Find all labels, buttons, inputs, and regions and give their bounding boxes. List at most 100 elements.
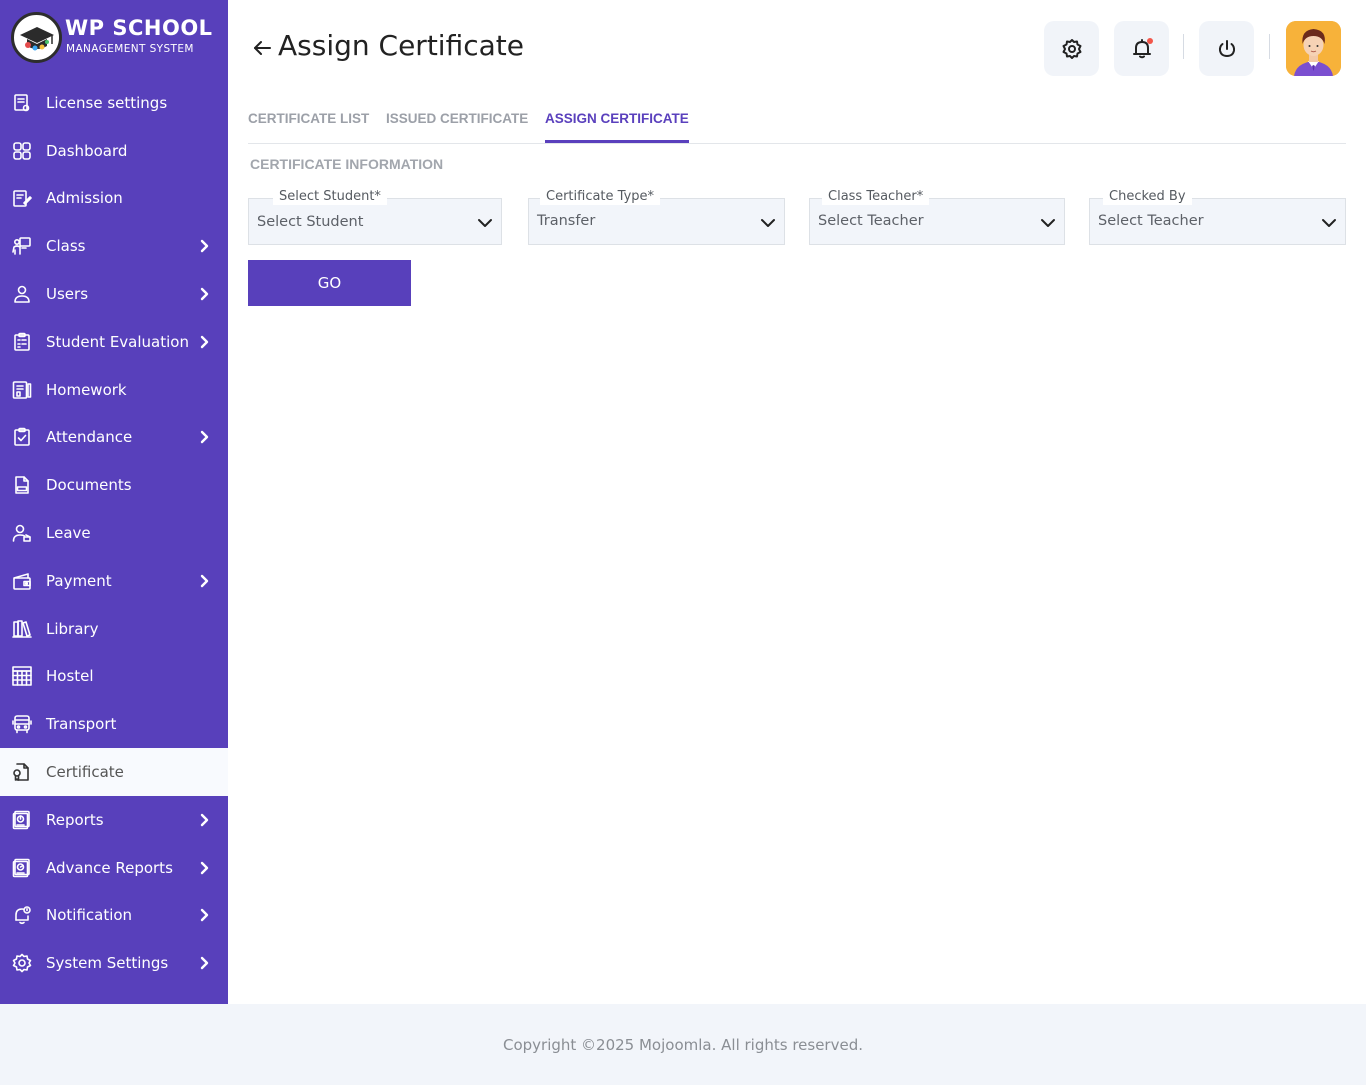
sidebar-item-homework[interactable]: Homework xyxy=(0,366,228,414)
sidebar-item-label: License settings xyxy=(46,93,168,112)
sidebar-item-label: Homework xyxy=(46,380,127,399)
bus-icon xyxy=(12,714,32,734)
field-value: Select Teacher xyxy=(1098,213,1204,229)
chevron-down-icon xyxy=(477,215,493,231)
class-teacher-dropdown[interactable]: Class Teacher* Select Teacher xyxy=(809,189,1065,245)
dashboard-icon xyxy=(12,141,32,161)
select-student-dropdown[interactable]: Select Student* Select Student xyxy=(248,189,502,245)
field-value: Select Teacher xyxy=(818,213,924,229)
sidebar-item-student-evaluation[interactable]: Student Evaluation xyxy=(0,318,228,366)
report-icon xyxy=(12,810,32,830)
field-value: Select Student xyxy=(257,214,364,230)
settings-button[interactable] xyxy=(1044,21,1099,76)
tab-certificate-list[interactable]: CERTIFICATE LIST xyxy=(248,111,369,143)
user-icon xyxy=(12,284,32,304)
sidebar-item-label: Reports xyxy=(46,810,104,829)
sidebar-item-license-settings[interactable]: License settings xyxy=(0,79,228,127)
document-icon xyxy=(12,475,32,495)
evaluation-icon xyxy=(12,332,32,352)
sidebar-item-users[interactable]: Users xyxy=(0,270,228,318)
sidebar-item-transport[interactable]: Transport xyxy=(0,700,228,748)
sidebar-item-label: Notification xyxy=(46,906,133,925)
tab-assign-certificate[interactable]: ASSIGN CERTIFICATE xyxy=(545,111,689,143)
power-icon xyxy=(1216,38,1238,60)
chevron-right-icon xyxy=(200,813,210,827)
brand-logo[interactable]: WP SCHOOL MANAGEMENT SYSTEM xyxy=(11,12,221,64)
section-title: CERTIFICATE INFORMATION xyxy=(250,156,444,172)
settings-icon xyxy=(1061,38,1083,60)
sidebar-item-certificate[interactable]: Certificate xyxy=(0,748,228,796)
sidebar-item-label: Student Evaluation xyxy=(46,332,189,351)
chevron-right-icon xyxy=(200,861,210,875)
page-title: Assign Certificate xyxy=(278,29,524,62)
sidebar-item-label: Hostel xyxy=(46,667,94,686)
chevron-right-icon xyxy=(200,430,210,444)
sidebar-item-label: Users xyxy=(46,285,89,304)
sidebar-item-payment[interactable]: Payment xyxy=(0,557,228,605)
class-icon xyxy=(12,236,32,256)
notifications-button[interactable] xyxy=(1114,21,1169,76)
sidebar-item-label: Payment xyxy=(46,571,112,590)
hostel-icon xyxy=(12,666,32,687)
field-label: Checked By xyxy=(1103,189,1192,205)
sidebar-item-label: Transport xyxy=(46,715,117,734)
sidebar-item-hostel[interactable]: Hostel xyxy=(0,653,228,701)
back-arrow-icon[interactable] xyxy=(251,37,273,59)
logo-badge-icon xyxy=(11,12,62,63)
sidebar-item-documents[interactable]: Documents xyxy=(0,461,228,509)
brand-subtitle: MANAGEMENT SYSTEM xyxy=(66,43,194,55)
chevron-down-icon xyxy=(760,215,776,231)
notification-icon xyxy=(12,905,32,925)
sidebar-item-label: Class xyxy=(46,237,86,256)
sidebar-item-notification[interactable]: Notification xyxy=(0,892,228,940)
chevron-right-icon xyxy=(200,287,210,301)
sidebar-item-leave[interactable]: Leave xyxy=(0,509,228,557)
chevron-right-icon xyxy=(200,239,210,253)
avatar[interactable] xyxy=(1286,21,1341,76)
chevron-right-icon xyxy=(200,335,210,349)
logout-button[interactable] xyxy=(1199,21,1254,76)
sidebar-item-label: Certificate xyxy=(46,763,124,782)
certificate-type-dropdown[interactable]: Certificate Type* Transfer xyxy=(528,189,785,245)
settings-icon xyxy=(12,953,32,973)
sidebar-item-label: Leave xyxy=(46,524,91,543)
sidebar-item-library[interactable]: Library xyxy=(0,605,228,653)
chevron-right-icon xyxy=(200,574,210,588)
license-icon xyxy=(12,93,32,113)
sidebar-item-label: System Settings xyxy=(46,954,169,973)
field-label: Select Student* xyxy=(273,189,387,205)
certificate-tabs: CERTIFICATE LIST ISSUED CERTIFICATE ASSI… xyxy=(248,100,1346,144)
chevron-down-icon xyxy=(1040,215,1056,231)
leave-icon xyxy=(12,523,32,543)
sidebar-item-advance-reports[interactable]: Advance Reports xyxy=(0,844,228,892)
copyright-text: Copyright ©2025 Mojoomla. All rights res… xyxy=(502,1036,863,1054)
advance-report-icon xyxy=(12,858,32,878)
sidebar-item-label: Attendance xyxy=(46,428,133,447)
homework-icon xyxy=(12,380,32,400)
go-button[interactable]: GO xyxy=(248,260,411,306)
chevron-right-icon xyxy=(200,956,210,970)
field-value: Transfer xyxy=(537,213,596,229)
sidebar-item-label: Library xyxy=(46,619,99,638)
brand-title: WP SCHOOL xyxy=(65,16,213,40)
sidebar-item-reports[interactable]: Reports xyxy=(0,796,228,844)
chevron-down-icon xyxy=(1321,215,1337,231)
library-icon xyxy=(12,619,32,639)
sidebar-item-label: Admission xyxy=(46,189,123,208)
notification-dot xyxy=(1146,37,1153,44)
header-divider xyxy=(1183,34,1184,59)
sidebar-item-dashboard[interactable]: Dashboard xyxy=(0,127,228,175)
certificate-icon xyxy=(12,762,32,782)
sidebar-item-attendance[interactable]: Attendance xyxy=(0,414,228,462)
sidebar-item-class[interactable]: Class xyxy=(0,222,228,270)
wallet-icon xyxy=(12,571,32,591)
sidebar-item-admission[interactable]: Admission xyxy=(0,175,228,223)
footer: Copyright ©2025 Mojoomla. All rights res… xyxy=(0,1004,1366,1085)
sidebar-item-label: Advance Reports xyxy=(46,858,173,877)
sidebar-item-system-settings[interactable]: System Settings xyxy=(0,939,228,987)
sidebar: WP SCHOOL MANAGEMENT SYSTEM License sett… xyxy=(0,0,228,1004)
header-divider xyxy=(1269,34,1270,59)
sidebar-nav: License settings Dashboard Admission Cla… xyxy=(0,79,228,987)
checked-by-dropdown[interactable]: Checked By Select Teacher xyxy=(1089,189,1346,245)
tab-issued-certificate[interactable]: ISSUED CERTIFICATE xyxy=(386,111,528,143)
